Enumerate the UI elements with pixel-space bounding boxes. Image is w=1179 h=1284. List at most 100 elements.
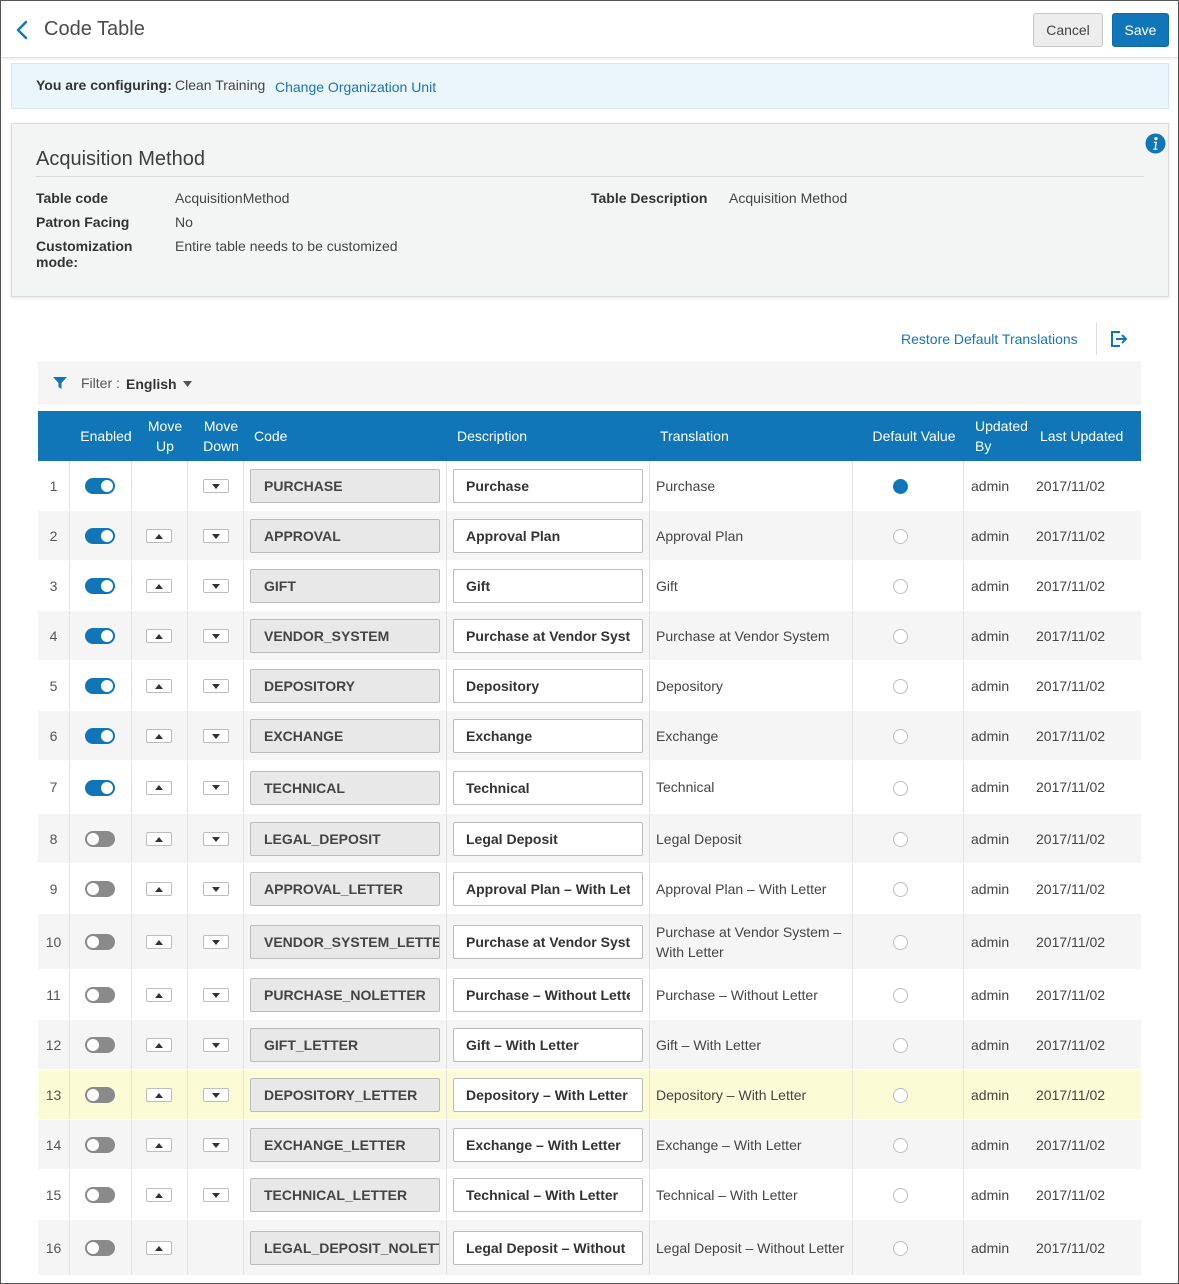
- filter-language-dropdown[interactable]: English: [126, 376, 177, 392]
- details-title: Acquisition Method: [36, 148, 205, 170]
- column-divider: [446, 1120, 447, 1169]
- move-up-button[interactable]: [146, 935, 172, 949]
- description-input[interactable]: [453, 770, 643, 805]
- move-up-button[interactable]: [146, 1138, 172, 1152]
- enabled-toggle[interactable]: [85, 831, 115, 847]
- customization-mode-value: Entire table needs to be customized: [175, 238, 398, 254]
- toggle-knob: [101, 580, 113, 592]
- updated-by-text: admin: [971, 627, 1010, 644]
- description-input[interactable]: [453, 1231, 643, 1265]
- description-input[interactable]: [453, 1028, 643, 1062]
- description-input[interactable]: [453, 1078, 643, 1112]
- enabled-toggle[interactable]: [85, 478, 115, 494]
- move-up-button[interactable]: [146, 629, 172, 643]
- default-value-radio[interactable]: [893, 1188, 908, 1203]
- move-up-button[interactable]: [146, 1038, 172, 1052]
- enabled-toggle[interactable]: [85, 881, 115, 897]
- enabled-toggle[interactable]: [85, 578, 115, 594]
- restore-default-translations-link[interactable]: Restore Default Translations: [901, 331, 1078, 347]
- default-value-radio[interactable]: [893, 629, 908, 644]
- move-up-button[interactable]: [146, 529, 172, 543]
- move-up-button[interactable]: [146, 988, 172, 1002]
- description-input[interactable]: [453, 1178, 643, 1212]
- default-value-radio[interactable]: [893, 832, 908, 847]
- enabled-toggle[interactable]: [85, 934, 115, 950]
- description-input[interactable]: [453, 519, 643, 553]
- enabled-toggle[interactable]: [85, 528, 115, 544]
- default-value-radio[interactable]: [893, 529, 908, 544]
- move-down-button[interactable]: [203, 780, 229, 795]
- translation-text: Gift: [656, 577, 678, 594]
- move-up-button[interactable]: [146, 882, 172, 896]
- enabled-toggle[interactable]: [85, 1187, 115, 1203]
- enabled-toggle[interactable]: [85, 1037, 115, 1053]
- chevron-down-icon[interactable]: [183, 381, 192, 387]
- move-down-button[interactable]: [203, 1088, 229, 1102]
- default-value-radio[interactable]: [893, 780, 908, 796]
- description-input[interactable]: [453, 669, 643, 703]
- move-down-button[interactable]: [203, 1038, 229, 1052]
- enabled-toggle[interactable]: [85, 1137, 115, 1153]
- move-up-button[interactable]: [146, 780, 172, 795]
- default-value-radio[interactable]: [893, 1038, 908, 1053]
- move-down-button[interactable]: [203, 988, 229, 1002]
- move-down-button[interactable]: [203, 629, 229, 643]
- description-input[interactable]: [453, 619, 643, 653]
- move-down-button[interactable]: [203, 1138, 229, 1152]
- column-divider: [243, 864, 244, 913]
- description-input[interactable]: [453, 925, 643, 959]
- move-down-button[interactable]: [203, 729, 229, 743]
- table-row: 6 EXCHANGE Exchange admin 2017/11/02: [38, 711, 1141, 761]
- description-input[interactable]: [453, 719, 643, 753]
- table-details-panel: Acquisition Method Table code Acquisitio…: [11, 123, 1169, 297]
- move-down-button[interactable]: [203, 479, 229, 493]
- info-icon[interactable]: [1145, 133, 1166, 154]
- cancel-button[interactable]: Cancel: [1033, 13, 1103, 47]
- move-up-button[interactable]: [146, 1088, 172, 1102]
- back-arrow-icon[interactable]: [13, 19, 33, 41]
- default-value-radio[interactable]: [893, 1241, 908, 1256]
- default-value-radio[interactable]: [893, 729, 908, 744]
- export-icon[interactable]: [1109, 329, 1129, 349]
- change-organization-unit-link[interactable]: Change Organization Unit: [275, 79, 436, 95]
- default-value-radio[interactable]: [893, 882, 908, 897]
- move-up-button[interactable]: [146, 729, 172, 743]
- move-down-button[interactable]: [203, 832, 229, 846]
- move-down-button[interactable]: [203, 529, 229, 543]
- column-divider: [131, 814, 132, 863]
- default-value-radio[interactable]: [893, 679, 908, 694]
- enabled-toggle[interactable]: [85, 728, 115, 744]
- enabled-toggle[interactable]: [85, 1087, 115, 1103]
- move-down-button[interactable]: [203, 882, 229, 896]
- save-button[interactable]: Save: [1112, 13, 1169, 47]
- enabled-toggle[interactable]: [85, 678, 115, 694]
- move-up-button[interactable]: [146, 679, 172, 693]
- enabled-toggle[interactable]: [85, 1240, 115, 1256]
- move-up-button[interactable]: [146, 832, 172, 846]
- description-input[interactable]: [453, 822, 643, 856]
- enabled-toggle[interactable]: [85, 987, 115, 1003]
- toggle-knob: [101, 680, 113, 692]
- move-up-button[interactable]: [146, 1188, 172, 1202]
- enabled-toggle[interactable]: [85, 779, 115, 796]
- description-input[interactable]: [453, 569, 643, 603]
- default-value-radio[interactable]: [893, 988, 908, 1003]
- default-value-radio[interactable]: [893, 479, 908, 494]
- move-up-button[interactable]: [146, 579, 172, 593]
- move-down-button[interactable]: [203, 679, 229, 693]
- description-input[interactable]: [453, 978, 643, 1012]
- caret-down-icon: [212, 1042, 220, 1048]
- move-down-button[interactable]: [203, 935, 229, 949]
- description-input[interactable]: [453, 1128, 643, 1162]
- move-up-button[interactable]: [146, 1241, 172, 1255]
- default-value-radio[interactable]: [893, 935, 908, 950]
- default-value-radio[interactable]: [893, 1138, 908, 1153]
- move-down-button[interactable]: [203, 1188, 229, 1202]
- description-input[interactable]: [453, 872, 643, 906]
- default-value-radio[interactable]: [893, 1088, 908, 1103]
- move-down-button[interactable]: [203, 579, 229, 593]
- default-value-radio[interactable]: [893, 579, 908, 594]
- description-input[interactable]: [453, 469, 643, 503]
- caret-up-icon: [155, 583, 163, 589]
- enabled-toggle[interactable]: [85, 628, 115, 644]
